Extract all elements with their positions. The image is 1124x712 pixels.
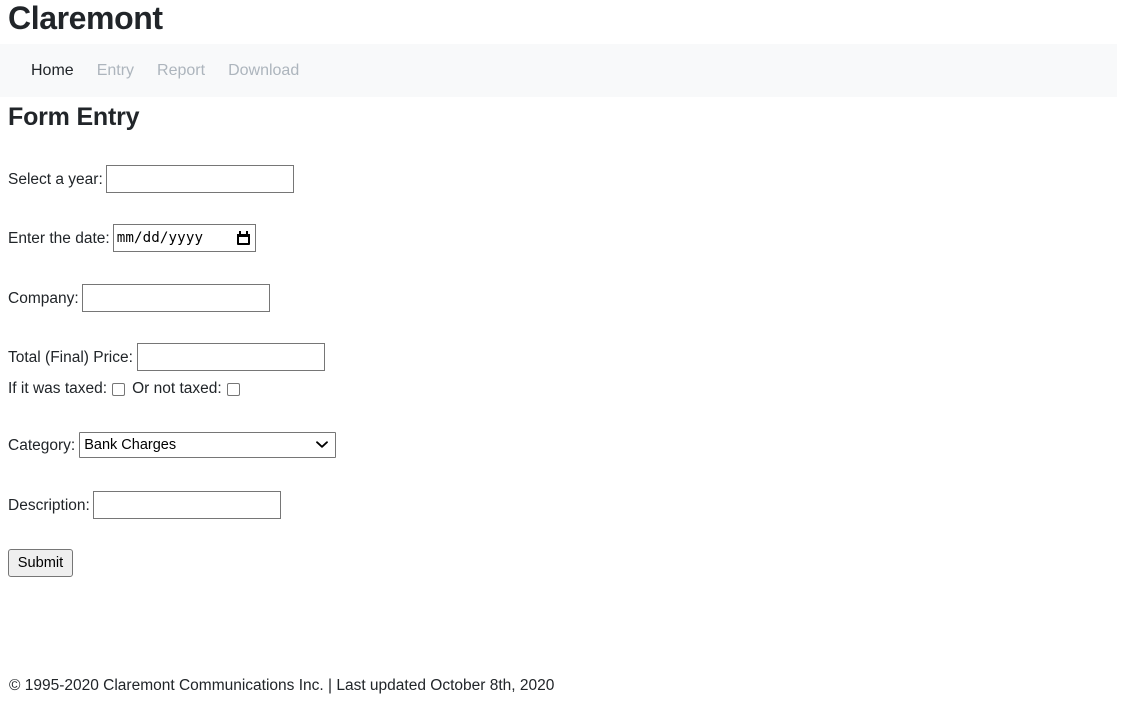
date-label: Enter the date: xyxy=(8,229,110,247)
not-taxed-label: Or not taxed: xyxy=(132,380,222,397)
taxed-checkbox[interactable] xyxy=(112,383,126,396)
field-category: Category: Bank Charges xyxy=(8,432,337,458)
field-price: Total (Final) Price: xyxy=(8,343,325,371)
submit-button[interactable]: Submit xyxy=(8,549,73,577)
company-input[interactable] xyxy=(81,284,270,312)
field-date: Enter the date: mm/dd/yyyy xyxy=(8,224,256,252)
nav-item-entry[interactable]: Entry xyxy=(88,61,148,81)
field-company: Company: xyxy=(8,284,270,312)
description-input[interactable] xyxy=(92,491,281,519)
year-label: Select a year: xyxy=(8,170,103,188)
not-taxed-checkbox[interactable] xyxy=(226,383,240,396)
year-input[interactable] xyxy=(105,165,294,193)
nav-item-report[interactable]: Report xyxy=(148,61,219,81)
nav-item-download[interactable]: Download xyxy=(219,61,313,81)
category-select[interactable]: Bank Charges xyxy=(79,432,337,458)
category-selected-value: Bank Charges xyxy=(84,437,177,453)
nav-list: Home Entry Report Download xyxy=(31,44,313,97)
date-input[interactable]: mm/dd/yyyy xyxy=(112,224,256,252)
taxed-label: If it was taxed: xyxy=(8,380,108,397)
page-title: Form Entry xyxy=(8,103,140,131)
field-taxed: If it was taxed: Or not taxed: xyxy=(8,379,240,398)
field-description: Description: xyxy=(8,491,281,519)
site-title: Claremont xyxy=(8,0,163,36)
nav-item-home[interactable]: Home xyxy=(31,61,88,81)
footer-text: © 1995-2020 Claremont Communications Inc… xyxy=(9,677,555,694)
price-input[interactable] xyxy=(136,343,325,371)
category-label: Category: xyxy=(8,436,76,454)
price-label: Total (Final) Price: xyxy=(8,348,133,366)
field-year: Select a year: xyxy=(8,165,294,193)
company-label: Company: xyxy=(8,289,79,307)
description-label: Description: xyxy=(8,496,90,514)
date-placeholder: mm/dd/yyyy xyxy=(116,230,204,246)
chevron-down-icon[interactable] xyxy=(316,441,329,449)
main-navbar: Home Entry Report Download xyxy=(0,44,1117,97)
calendar-icon[interactable] xyxy=(236,231,250,245)
